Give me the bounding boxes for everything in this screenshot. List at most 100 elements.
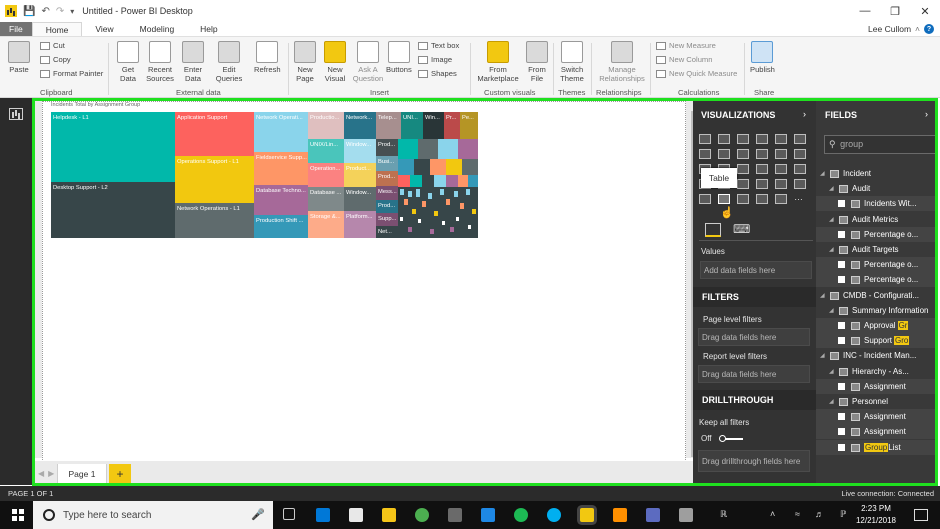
field-item[interactable]: Percentage o... [816,227,938,242]
values-well[interactable]: Add data fields here [700,261,812,279]
field-checkbox[interactable] [838,413,845,420]
shapes-button[interactable]: Shapes [418,69,457,78]
close-icon[interactable]: ✕ [910,0,940,22]
field-item[interactable]: Assignment [816,409,938,424]
treemap-cell[interactable]: Supp... [376,213,398,226]
treemap-cell[interactable]: Database ... [308,187,344,211]
switch-theme-button[interactable]: Switch Theme [558,41,586,83]
minimize-icon[interactable]: — [850,0,880,22]
app-icon[interactable] [679,508,693,522]
field-checkbox[interactable] [838,276,845,283]
stacked-area-icon[interactable] [737,149,749,159]
redo-icon[interactable]: ↷ [56,6,64,17]
tab-view[interactable]: View [82,22,126,36]
treemap-cell[interactable]: Operation... [308,163,344,187]
treemap-cell[interactable]: Pe... [460,112,478,139]
chrome-icon[interactable] [415,508,429,522]
treemap-cell[interactable]: Platform... [344,211,376,238]
treemap-cell[interactable]: Win... [423,112,444,139]
network-icon[interactable]: ≈ [795,509,800,519]
field-item[interactable]: Assignment [816,424,938,439]
task-view-icon[interactable] [283,508,295,520]
field-checkbox[interactable] [838,231,845,238]
line-chart-icon[interactable] [699,149,711,159]
field-item[interactable]: Group List [816,440,938,455]
app-icon[interactable] [448,508,462,522]
field-item[interactable]: Percentage o... [816,257,938,272]
save-icon[interactable]: 💾 [23,6,35,17]
treemap-cell[interactable]: Prod... [376,200,398,213]
restore-icon[interactable]: ❐ [880,0,910,22]
undo-icon[interactable]: ↶ [41,6,49,17]
format-paint-roller-icon[interactable]: ⌨ [733,222,750,236]
treemap-cell[interactable]: UNIX/Lin... [308,139,344,163]
slicer-filter-icon[interactable] [699,194,711,204]
file-explorer-icon[interactable] [382,508,396,522]
field-folder[interactable]: ◢ Summary Information [816,303,938,318]
pen-icon[interactable]: ℙ [840,509,846,520]
expand-chevron-icon[interactable]: ◢ [820,170,830,177]
help-icon[interactable]: ? [924,24,934,34]
treemap-cell[interactable]: Helpdesk - L1 [51,112,175,182]
new-visual-button[interactable]: New Visual [322,41,348,83]
app-icon[interactable] [613,508,627,522]
app-icon[interactable] [646,508,660,522]
page-nav-arrows-icon[interactable]: ◀▶ [38,469,58,478]
get-data-button[interactable]: Get Data [114,41,142,83]
treemap-cell[interactable]: Prod... [376,139,398,156]
field-item[interactable]: Approval Gr [816,318,938,333]
volume-icon[interactable]: ♬ [815,509,824,519]
waterfall-icon[interactable] [794,149,806,159]
fields-search-input[interactable]: ⚲ group [824,135,936,154]
treemap-cell[interactable]: Network Operati... [254,112,308,152]
recent-sources-button[interactable]: Recent Sources [143,41,177,83]
windows-start-icon[interactable] [12,509,24,521]
quick-access-menu-icon[interactable]: ▾ [70,7,74,16]
user-tray-icon[interactable]: ℝ [720,509,727,520]
treemap-cell[interactable]: Storage &... [308,211,344,238]
show-hidden-icons-icon[interactable]: ˄ [770,509,775,519]
field-folder[interactable]: ◢ Audit Metrics [816,212,938,227]
treemap-cell[interactable]: Pr... [444,112,460,139]
field-item[interactable]: Support Gro [816,333,938,348]
treemap-cell[interactable]: Fieldservice Supp... [254,152,308,185]
refresh-button[interactable]: Refresh [254,41,281,74]
from-file-button[interactable]: From File [524,41,550,83]
treemap-cell[interactable]: Busi... [376,156,398,171]
field-checkbox[interactable] [838,444,845,451]
treemap-cell[interactable]: Database Techno... [254,185,308,215]
skype-icon[interactable] [547,508,561,522]
field-table[interactable]: ◢ INC - Incident Man... [816,348,938,363]
kpi-icon[interactable] [775,179,787,189]
treemap-cell[interactable]: Net... [376,226,398,238]
donut-icon[interactable] [737,164,749,174]
cut-button[interactable]: Cut [40,41,65,50]
slicer-icon[interactable] [794,179,806,189]
clustered-column-icon[interactable] [756,134,768,144]
field-item[interactable]: Incidents Wit... [816,196,938,211]
image-button[interactable]: Image [418,55,452,64]
treemap-cell[interactable]: Operations Support - L1 [175,156,254,203]
collapse-visualizations-icon[interactable]: › [803,109,806,119]
edge-icon[interactable] [316,508,330,522]
treemap-cell[interactable]: Network Operations - L1 [175,203,254,238]
field-folder[interactable]: ◢ Personnel [816,394,938,409]
publish-button[interactable]: Publish [750,41,775,74]
ribbon-chart-icon[interactable] [775,149,787,159]
treemap-small-cells[interactable] [398,139,478,238]
matrix-icon[interactable] [737,194,749,204]
fields-well-icon[interactable] [705,223,721,237]
new-measure-button[interactable]: New Measure [656,41,716,50]
collapse-ribbon-icon[interactable]: ˄ [915,24,920,34]
tab-file[interactable]: File [0,22,32,36]
page-filters-well[interactable]: Drag data fields here [698,328,810,346]
new-page-button[interactable]: New Page [292,41,318,83]
report-view-icon[interactable] [9,108,23,120]
r-visual-icon[interactable] [756,194,768,204]
line-column-icon[interactable] [756,149,768,159]
field-checkbox[interactable] [838,383,845,390]
clustered-bar-icon[interactable] [737,134,749,144]
format-painter-button[interactable]: Format Painter [40,69,103,78]
treemap-cell[interactable]: Application Support [175,112,254,156]
expand-chevron-icon[interactable]: ◢ [829,246,839,253]
